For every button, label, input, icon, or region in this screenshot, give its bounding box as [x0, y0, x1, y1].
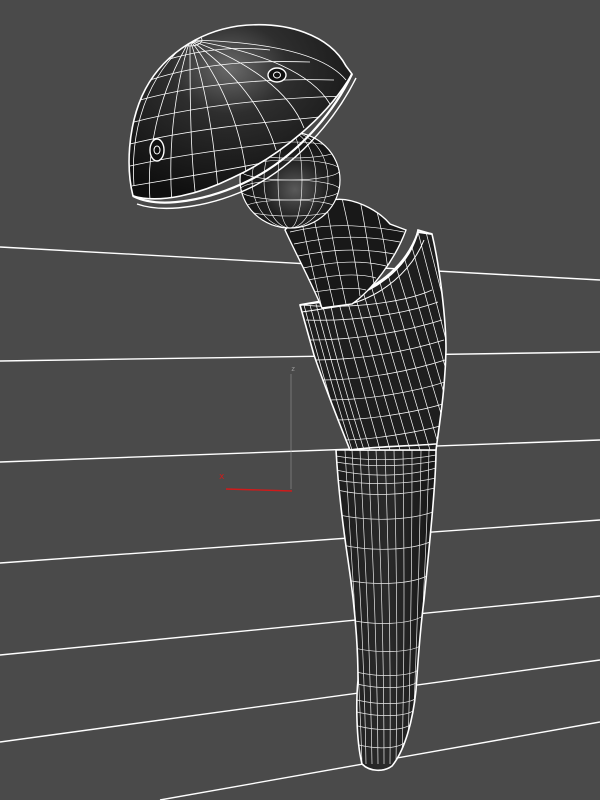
gizmo-x-label: x	[219, 472, 225, 482]
viewport-3d[interactable]: x z	[0, 0, 600, 800]
screw-hole-icon	[149, 138, 165, 162]
screw-hole-icon	[267, 67, 287, 83]
gizmo-z-label: z	[291, 365, 296, 373]
viewport-canvas[interactable]	[0, 0, 600, 800]
